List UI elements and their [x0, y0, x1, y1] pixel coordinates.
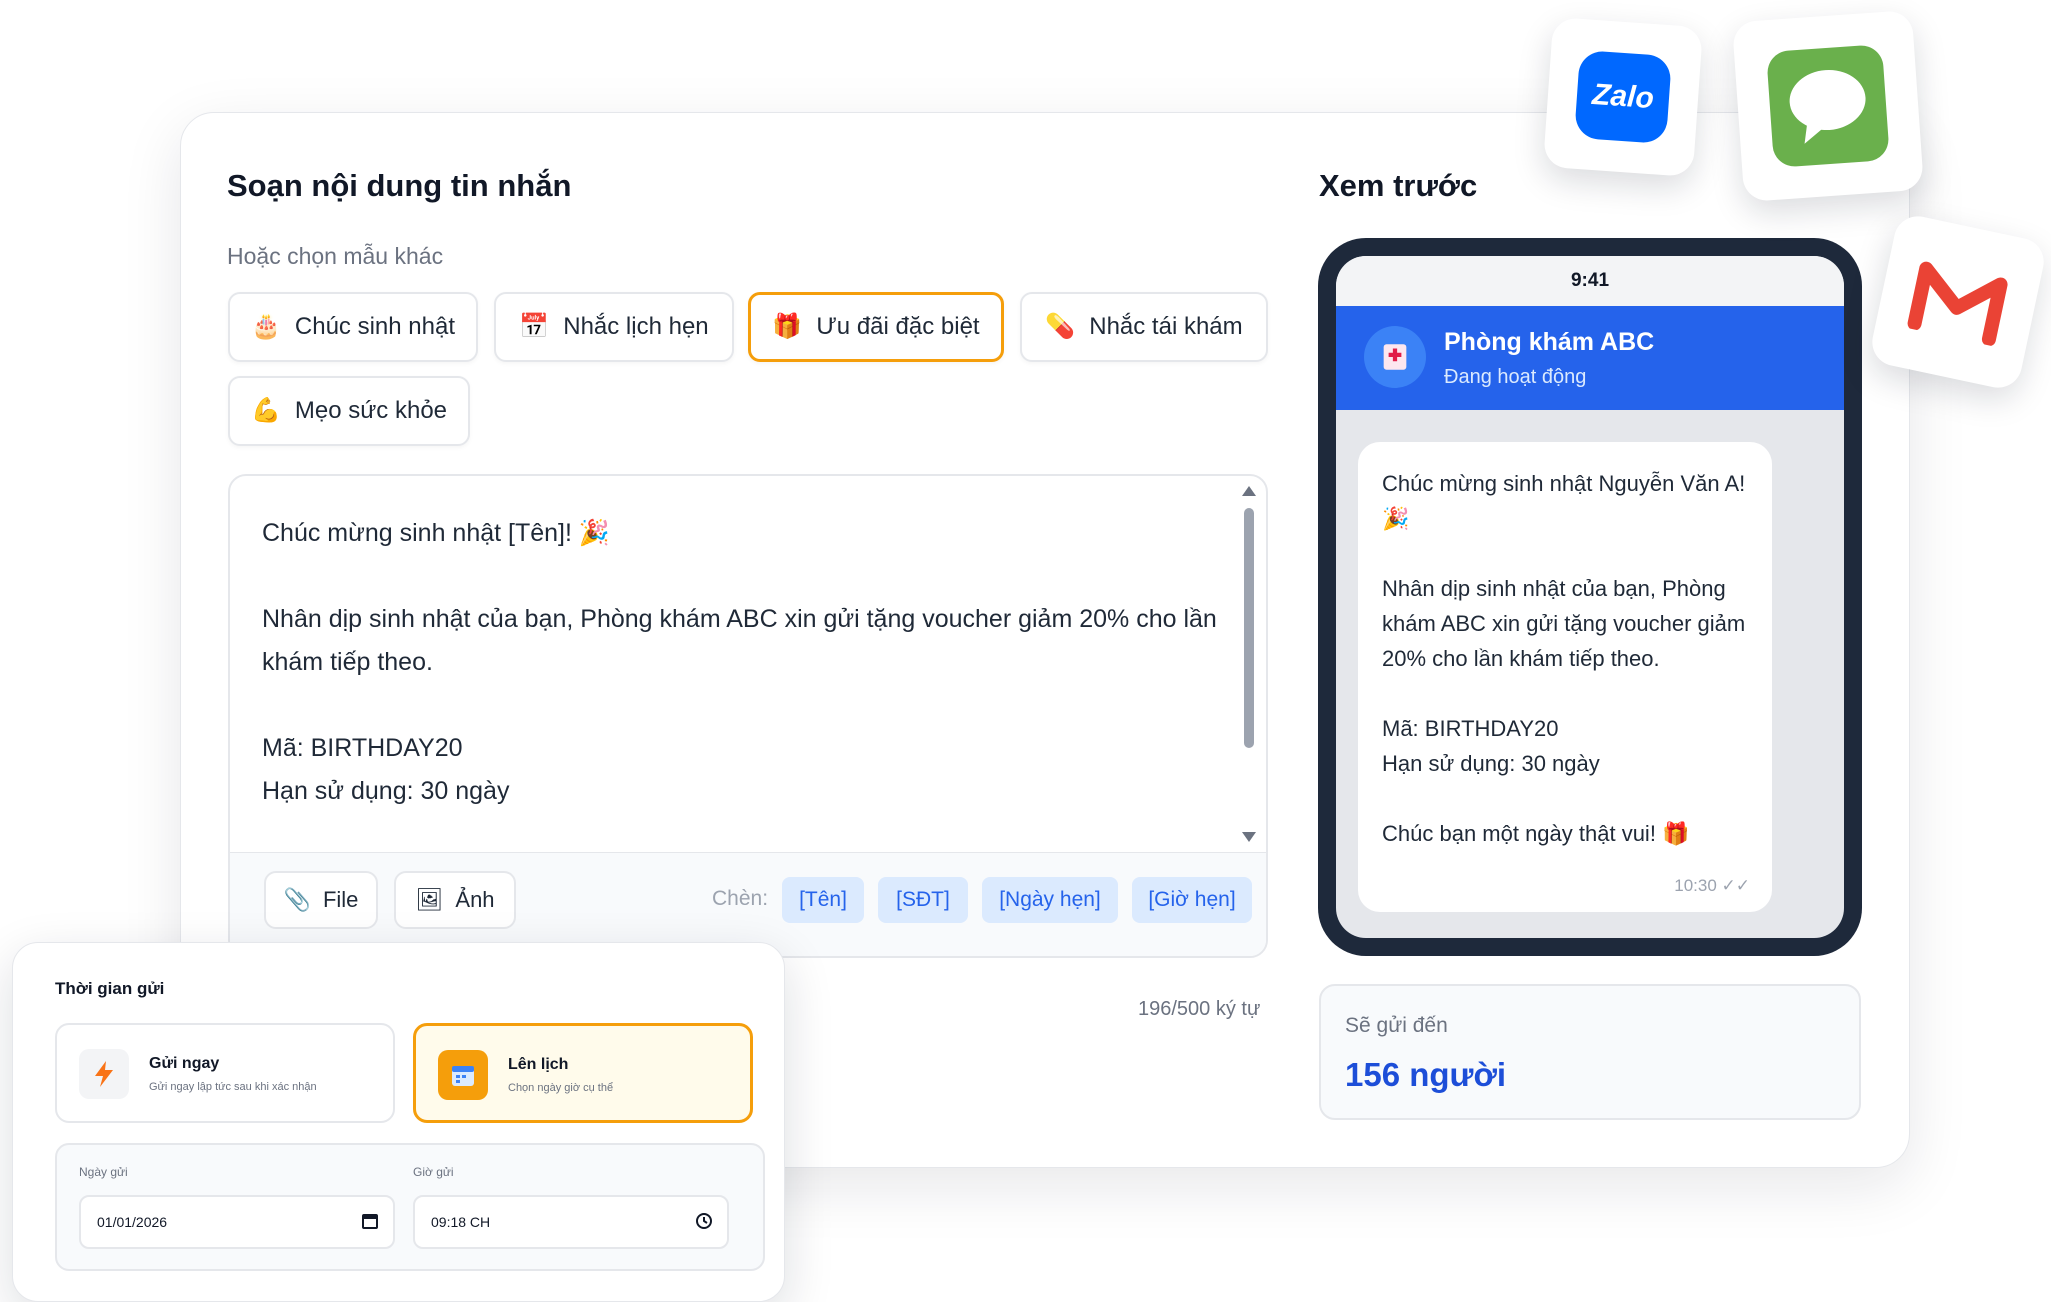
date-label: Ngày gửi — [79, 1165, 128, 1179]
schedule-option-subtitle: Chọn ngày giờ cụ thể — [508, 1082, 614, 1094]
datetime-box: Ngày gửi 01/01/2026 Giờ gửi 09:18 CH — [55, 1143, 765, 1271]
template-special-offer-button[interactable]: 🎁 Ưu đãi đặc biệt — [748, 292, 1004, 362]
zalo-icon: Zalo — [1574, 49, 1672, 145]
cake-icon: 🎂 — [251, 313, 281, 340]
calendar-picker-icon[interactable] — [361, 1212, 379, 1233]
template-label: Hoặc chọn mẫu khác — [227, 243, 444, 269]
status-bar-time: 9:41 — [1336, 256, 1844, 306]
time-value: 09:18 CH — [431, 1214, 491, 1230]
date-input[interactable]: 01/01/2026 — [79, 1195, 395, 1249]
bubble-line: Hạn sử dụng: 30 ngày — [1382, 751, 1600, 776]
insert-phone-chip[interactable]: [SĐT] — [878, 877, 968, 923]
preview-title: Xem trước — [1319, 168, 1478, 203]
template-appointment-button[interactable]: 📅 Nhắc lịch hẹn — [494, 292, 734, 362]
message-editor[interactable]: Chúc mừng sinh nhật [Tên]! 🎉 Nhân dịp si… — [228, 474, 1268, 958]
message-line: Chúc mừng sinh nhật [Tên]! 🎉 — [262, 519, 611, 547]
bubble-line: Nhân dịp sinh nhật của bạn, Phòng khám A… — [1382, 576, 1746, 671]
template-birthday-button[interactable]: 🎂 Chúc sinh nhật — [228, 292, 478, 362]
clinic-avatar — [1364, 326, 1426, 388]
send-now-subtitle: Gửi ngay lập tức sau khi xác nhận — [149, 1081, 317, 1093]
zalo-logo-card: Zalo — [1542, 16, 1704, 178]
calendar-icon: 📅 — [519, 313, 550, 340]
template-label-text: Ưu đãi đặc biệt — [816, 313, 980, 340]
char-count: 196/500 ký tự — [1138, 998, 1261, 1020]
message-line: Mã: BIRTHDAY20 — [262, 734, 463, 762]
attach-image-label: Ảnh — [455, 887, 495, 912]
pill-icon: 💊 — [1045, 313, 1076, 340]
attach-file-button[interactable]: 📎 File — [264, 871, 378, 929]
sms-chat-icon — [1767, 45, 1889, 167]
attach-image-button[interactable]: 🖼 Ảnh — [394, 871, 516, 929]
message-textarea[interactable]: Chúc mừng sinh nhật [Tên]! 🎉 Nhân dịp si… — [262, 512, 1222, 813]
time-label: Giờ gửi — [413, 1165, 454, 1179]
time-input[interactable]: 09:18 CH — [413, 1195, 729, 1249]
bubble-line: Mã: BIRTHDAY20 — [1382, 716, 1559, 741]
scroll-up-arrow-icon[interactable] — [1242, 486, 1256, 496]
send-now-option[interactable]: Gửi ngay Gửi ngay lập tức sau khi xác nh… — [55, 1023, 395, 1123]
chat-header: Phòng khám ABC Đang hoạt động — [1336, 306, 1844, 410]
schedule-option-title: Lên lịch — [508, 1056, 569, 1073]
clock-icon[interactable] — [695, 1212, 713, 1233]
schedule-option[interactable]: Lên lịch Chọn ngày giờ cụ thể — [413, 1023, 753, 1123]
message-line: Nhân dịp sinh nhật của bạn, Phòng khám A… — [262, 605, 1217, 676]
template-revisit-button[interactable]: 💊 Nhắc tái khám — [1020, 292, 1268, 362]
image-icon: 🖼 — [415, 887, 444, 912]
insert-date-chip[interactable]: [Ngày hẹn] — [982, 877, 1118, 923]
insert-time-chip[interactable]: [Giờ hẹn] — [1132, 877, 1252, 923]
schedule-panel: Thời gian gửi Gửi ngay Gửi ngay lập tức … — [12, 942, 785, 1302]
compose-title: Soạn nội dung tin nhắn — [227, 168, 572, 203]
schedule-title: Thời gian gửi — [55, 979, 165, 998]
attach-file-label: File — [322, 887, 359, 912]
muscle-icon: 💪 — [250, 397, 281, 424]
recipients-label: Sẽ gửi đến — [1345, 1014, 1448, 1037]
insert-label: Chèn: — [712, 887, 769, 910]
template-health-tips-button[interactable]: 💪 Mẹo sức khỏe — [228, 376, 470, 446]
clinic-name: Phòng khám ABC — [1444, 328, 1655, 356]
recipients-count: 156 người — [1345, 1056, 1507, 1093]
send-now-title: Gửi ngay — [149, 1055, 220, 1072]
gmail-icon — [1907, 261, 2008, 347]
message-line: Hạn sử dụng: 30 ngày — [262, 777, 510, 805]
clinic-status: Đang hoạt động — [1444, 366, 1587, 388]
message-bubble: Chúc mừng sinh nhật Nguyễn Văn A! 🎉 Nhân… — [1358, 442, 1772, 912]
template-label-text: Nhắc tái khám — [1089, 313, 1243, 340]
calendar-icon — [438, 1050, 488, 1100]
phone-frame: 9:41 Phòng khám ABC Đang hoạt động Chúc … — [1318, 238, 1862, 956]
template-label-text: Mẹo sức khỏe — [294, 397, 448, 424]
template-label-text: Chúc sinh nhật — [294, 313, 455, 340]
sms-logo-card — [1731, 9, 1925, 203]
bubble-line: Chúc bạn một ngày thật vui! 🎁 — [1382, 821, 1690, 846]
gift-icon: 🎁 — [772, 313, 803, 340]
date-value: 01/01/2026 — [97, 1214, 168, 1230]
gmail-logo-card — [1867, 211, 2049, 393]
lightning-icon — [79, 1049, 129, 1099]
phone-screen: 9:41 Phòng khám ABC Đang hoạt động Chúc … — [1336, 256, 1844, 938]
recipients-box: Sẽ gửi đến 156 người — [1319, 984, 1861, 1120]
template-label-text: Nhắc lịch hẹn — [563, 313, 709, 340]
bubble-line: Chúc mừng sinh nhật Nguyễn Văn A! 🎉 — [1382, 471, 1746, 531]
insert-name-chip[interactable]: [Tên] — [782, 877, 864, 923]
paperclip-icon: 📎 — [283, 887, 311, 912]
bubble-timestamp: 10:30 ✓✓ — [1674, 876, 1750, 895]
editor-scrollbar[interactable] — [1238, 486, 1258, 846]
scroll-thumb[interactable] — [1244, 508, 1254, 748]
hospital-icon — [1383, 344, 1407, 370]
scroll-down-arrow-icon[interactable] — [1242, 832, 1256, 842]
